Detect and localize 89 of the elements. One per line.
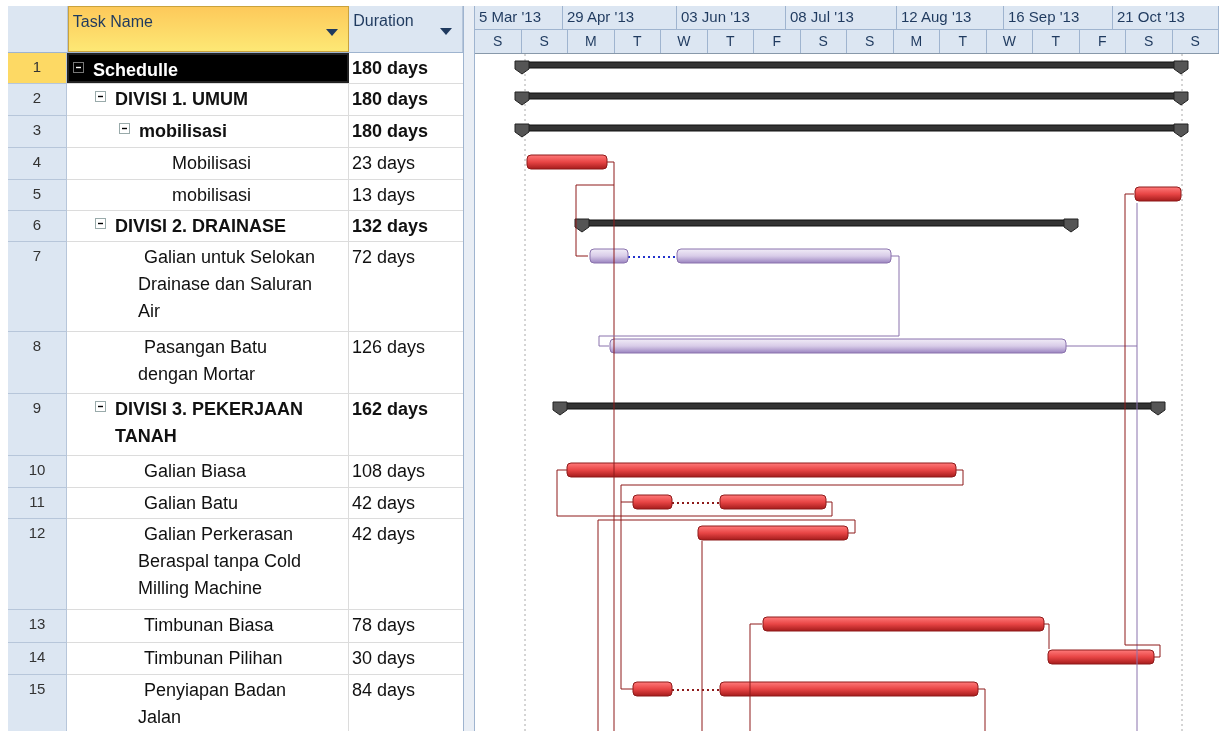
timescale-label: 5 Mar '13 bbox=[475, 6, 563, 29]
row-number: 8 bbox=[8, 332, 67, 394]
summary-bar[interactable] bbox=[514, 123, 1189, 138]
timescale-label: 29 Apr '13 bbox=[563, 6, 677, 29]
task-name: Pasangan Batu dengan Mortar bbox=[138, 336, 269, 386]
timescale-day: S bbox=[800, 30, 847, 53]
timescale-label: 16 Sep '13 bbox=[1004, 6, 1113, 29]
collapse-icon[interactable] bbox=[119, 123, 130, 134]
task-bar[interactable] bbox=[1134, 186, 1182, 202]
summary-bar[interactable] bbox=[514, 60, 1189, 75]
task-duration: 180 days bbox=[351, 120, 430, 143]
task-name: mobilisasi bbox=[171, 184, 252, 207]
timescale-day: S bbox=[1172, 30, 1219, 53]
row-number: 10 bbox=[8, 456, 67, 488]
task-name: mobilisasi bbox=[139, 120, 228, 143]
task-duration: 108 days bbox=[351, 460, 427, 483]
task-name: Galian Perkerasan Beraspal tanpa Cold Milling Machine bbox=[138, 523, 303, 600]
task-name: DIVISI 1. UMUM bbox=[115, 88, 248, 111]
task-name: Mobilisasi bbox=[171, 152, 252, 175]
task-duration: 23 days bbox=[351, 152, 417, 175]
task-bar[interactable] bbox=[1047, 649, 1155, 665]
timescale-label: 03 Jun '13 bbox=[677, 6, 786, 29]
collapse-icon[interactable] bbox=[95, 91, 106, 102]
task-duration: 162 days bbox=[351, 398, 430, 421]
summary-bar[interactable] bbox=[552, 401, 1166, 416]
task-duration: 72 days bbox=[351, 246, 417, 269]
timescale-label: 12 Aug '13 bbox=[897, 6, 1004, 29]
task-name: Penyiapan Badan Jalan bbox=[138, 679, 288, 729]
task-name: Galian Batu bbox=[143, 492, 239, 515]
timescale-day: S bbox=[1126, 30, 1173, 53]
timescale-label: 21 Oct '13 bbox=[1113, 6, 1219, 29]
timescale-day: W bbox=[661, 30, 708, 53]
task-duration: 13 days bbox=[351, 184, 417, 207]
timescale-label: 08 Jul '13 bbox=[786, 6, 897, 29]
row-number: 12 bbox=[8, 519, 67, 610]
row-number: 4 bbox=[8, 148, 67, 180]
task-name: Galian untuk Selokan Drainase dan Saluran Air bbox=[138, 246, 317, 323]
task-name: DIVISI 3. PEKERJAAN TANAH bbox=[115, 398, 305, 448]
timescale-day: T bbox=[1033, 30, 1080, 53]
row-number: 9 bbox=[8, 394, 67, 456]
timescale-day: T bbox=[707, 30, 754, 53]
task-duration: 132 days bbox=[351, 215, 430, 238]
summary-bar[interactable] bbox=[514, 91, 1189, 106]
task-duration: 42 days bbox=[351, 492, 417, 515]
timescale-day: M bbox=[893, 30, 940, 53]
caret-icon[interactable] bbox=[440, 28, 452, 35]
column-header[interactable]: Duration bbox=[349, 6, 463, 52]
summary-bar[interactable] bbox=[574, 218, 1079, 233]
task-duration: 42 days bbox=[351, 523, 417, 546]
timescale-day: S bbox=[475, 30, 522, 53]
task-name: Timbunan Pilihan bbox=[143, 647, 283, 670]
task-bar[interactable] bbox=[589, 248, 892, 264]
timescale-day: S bbox=[521, 30, 568, 53]
timescale-day: S bbox=[847, 30, 894, 53]
task-duration: 180 days bbox=[351, 88, 430, 111]
corner-cell bbox=[8, 6, 68, 52]
task-duration: 30 days bbox=[351, 647, 417, 670]
task-name: Schedulle bbox=[93, 59, 179, 82]
timescale-day: M bbox=[568, 30, 615, 53]
row-number: 14 bbox=[8, 643, 67, 675]
task-duration: 84 days bbox=[351, 679, 417, 702]
row-number: 15 bbox=[8, 675, 67, 731]
row-number: 2 bbox=[8, 84, 67, 116]
timescale-day: T bbox=[614, 30, 661, 53]
caret-icon[interactable] bbox=[326, 29, 339, 36]
timescale-day: W bbox=[986, 30, 1033, 53]
task-duration: 180 days bbox=[351, 57, 430, 80]
task-name: DIVISI 2. DRAINASE bbox=[115, 215, 287, 238]
timescale-day: F bbox=[754, 30, 801, 53]
row-number: 5 bbox=[8, 180, 67, 211]
row-number: 6 bbox=[8, 211, 67, 242]
task-name: Galian Biasa bbox=[143, 460, 247, 483]
timescale-day: F bbox=[1079, 30, 1126, 53]
column-header[interactable]: Task Name bbox=[67, 6, 350, 52]
row-number: 7 bbox=[8, 242, 67, 332]
task-name: Timbunan Biasa bbox=[143, 614, 274, 637]
task-bar[interactable] bbox=[526, 154, 608, 170]
timescale-day: T bbox=[940, 30, 987, 53]
collapse-icon[interactable] bbox=[73, 62, 84, 73]
row-number: 11 bbox=[8, 488, 67, 519]
collapse-icon[interactable] bbox=[95, 218, 106, 229]
row-number: 13 bbox=[8, 610, 67, 643]
row-number: 3 bbox=[8, 116, 67, 148]
task-bar[interactable] bbox=[632, 681, 979, 697]
task-bar[interactable] bbox=[632, 494, 827, 510]
row-number: 1 bbox=[8, 53, 67, 84]
task-duration: 126 days bbox=[351, 336, 427, 359]
collapse-icon[interactable] bbox=[95, 401, 106, 412]
task-duration: 78 days bbox=[351, 614, 417, 637]
